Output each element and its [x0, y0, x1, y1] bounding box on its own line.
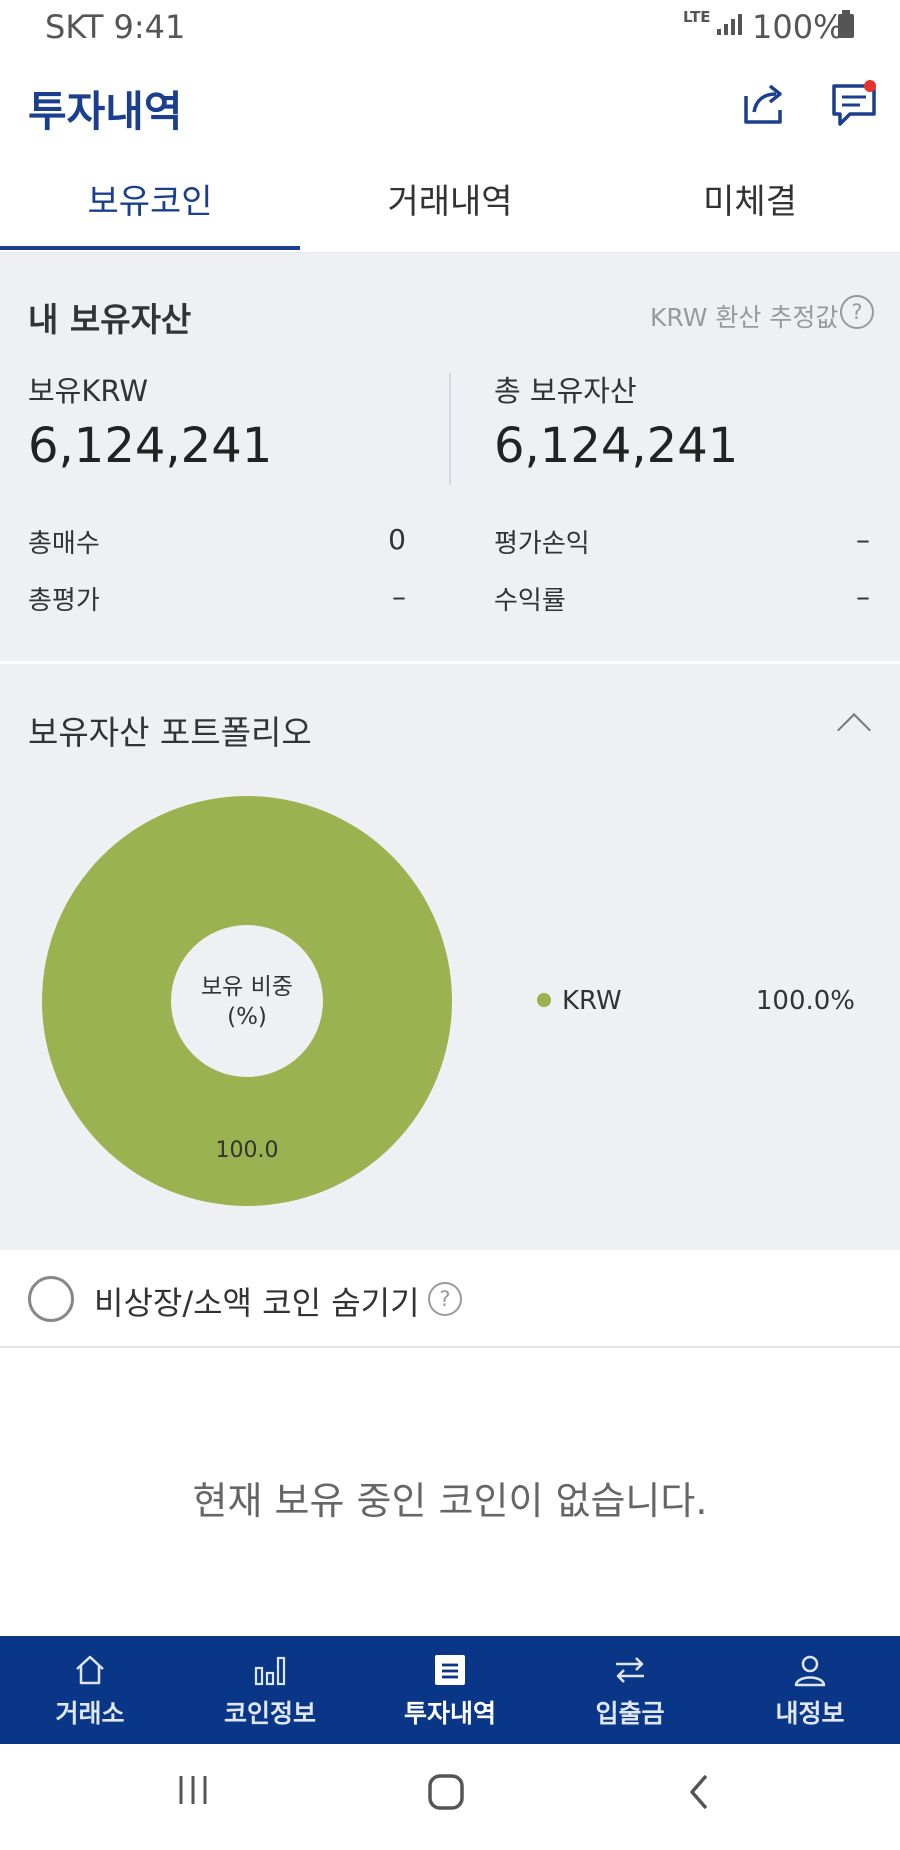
- empty-holdings-message: 현재 보유 중인 코인이 없습니다.: [192, 1479, 708, 1523]
- donut-center-unit: (%): [227, 1004, 267, 1030]
- active-tab-indicator: [0, 246, 300, 250]
- page-title: 투자내역: [28, 87, 183, 136]
- held-krw-value: 6,124,241: [28, 418, 273, 474]
- legend-label-krw: KRW: [562, 986, 622, 1016]
- home-icon: [76, 1655, 104, 1685]
- portfolio-title: 보유자산 포트폴리오: [28, 713, 312, 752]
- nav-exchange[interactable]: 거래소: [0, 1636, 180, 1744]
- return-rate-label: 수익률: [494, 586, 566, 616]
- total-assets-label: 총 보유자산: [494, 374, 637, 408]
- status-carrier-time: SKT 9:41: [45, 8, 186, 46]
- transfer-icon: [616, 1657, 644, 1683]
- donut-hole: [171, 925, 323, 1077]
- nav-label: 입출금: [595, 1699, 665, 1728]
- user-icon: [794, 1655, 826, 1687]
- hide-small-coins-label[interactable]: 비상장/소액 코인 숨기기: [94, 1278, 420, 1324]
- tab-bar: 보유코인 거래내역 미체결: [0, 160, 900, 255]
- nav-label: 코인정보: [223, 1699, 316, 1728]
- battery-percent: 100%: [752, 8, 844, 46]
- list-icon: [435, 1655, 465, 1685]
- total-buy-label: 총매수: [28, 529, 100, 559]
- home-button-icon[interactable]: [426, 1772, 466, 1812]
- portfolio-section: 보유자산 포트폴리오 보유 비중 (%) 100.0 KRW 100.0%: [0, 664, 900, 1250]
- asset-section-title: 내 보유자산: [28, 300, 192, 339]
- nav-label: 내정보: [775, 1699, 845, 1728]
- donut-center-label: 보유 비중: [201, 974, 293, 1000]
- help-icon[interactable]: ?: [428, 1282, 462, 1316]
- hide-small-coins-row: 비상장/소액 코인 숨기기 ?: [0, 1250, 900, 1348]
- valuation-pl-value: –: [856, 523, 870, 556]
- total-assets-value: 6,124,241: [494, 418, 739, 474]
- donut-data-label: 100.0: [216, 1138, 279, 1163]
- return-rate-value: –: [856, 580, 870, 613]
- krw-estimate-note: KRW 환산 추정값: [650, 303, 839, 332]
- system-nav-bar: [0, 1744, 900, 1850]
- tab-holdings[interactable]: 보유코인: [0, 160, 300, 252]
- total-buy-value: 0: [388, 523, 406, 556]
- asset-summary: 내 보유자산 KRW 환산 추정값 ? 보유KRW 6,124,241 총 보유…: [0, 253, 900, 661]
- portfolio-donut-chart: 보유 비중 (%) 100.0: [42, 796, 452, 1206]
- nav-label: 거래소: [55, 1699, 125, 1728]
- nav-label: 투자내역: [403, 1699, 496, 1728]
- back-icon[interactable]: [684, 1772, 714, 1812]
- hide-small-coins-radio[interactable]: [28, 1276, 74, 1322]
- status-bar: SKT 9:41 LTE 100%: [0, 0, 900, 56]
- nav-my-info[interactable]: 내정보: [720, 1636, 900, 1744]
- recent-apps-icon[interactable]: [176, 1772, 212, 1808]
- total-valuation-label: 총평가: [28, 586, 100, 616]
- bar-chart-icon: [254, 1656, 286, 1686]
- nav-investments[interactable]: 투자내역: [360, 1636, 540, 1744]
- nav-deposit-withdraw[interactable]: 입출금: [540, 1636, 720, 1744]
- divider: [449, 373, 451, 485]
- legend-percent-krw: 100.0%: [755, 986, 855, 1016]
- chevron-up-icon[interactable]: [837, 713, 871, 747]
- legend-marker-krw: [537, 993, 551, 1007]
- bottom-nav: 거래소 코인정보 투자내역 입출금 내정보: [0, 1636, 900, 1744]
- valuation-pl-label: 평가손익: [494, 529, 590, 559]
- total-valuation-value: –: [392, 580, 406, 613]
- network-type: LTE: [683, 8, 711, 26]
- tab-unfilled[interactable]: 미체결: [600, 160, 900, 252]
- nav-coin-info[interactable]: 코인정보: [180, 1636, 360, 1744]
- help-icon[interactable]: ?: [840, 295, 874, 329]
- signal-icon: [717, 14, 742, 35]
- notification-dot: [864, 80, 876, 92]
- tab-history[interactable]: 거래내역: [300, 160, 600, 252]
- battery-icon: [838, 10, 854, 38]
- held-krw-label: 보유KRW: [28, 374, 149, 408]
- share-icon[interactable]: [740, 78, 790, 128]
